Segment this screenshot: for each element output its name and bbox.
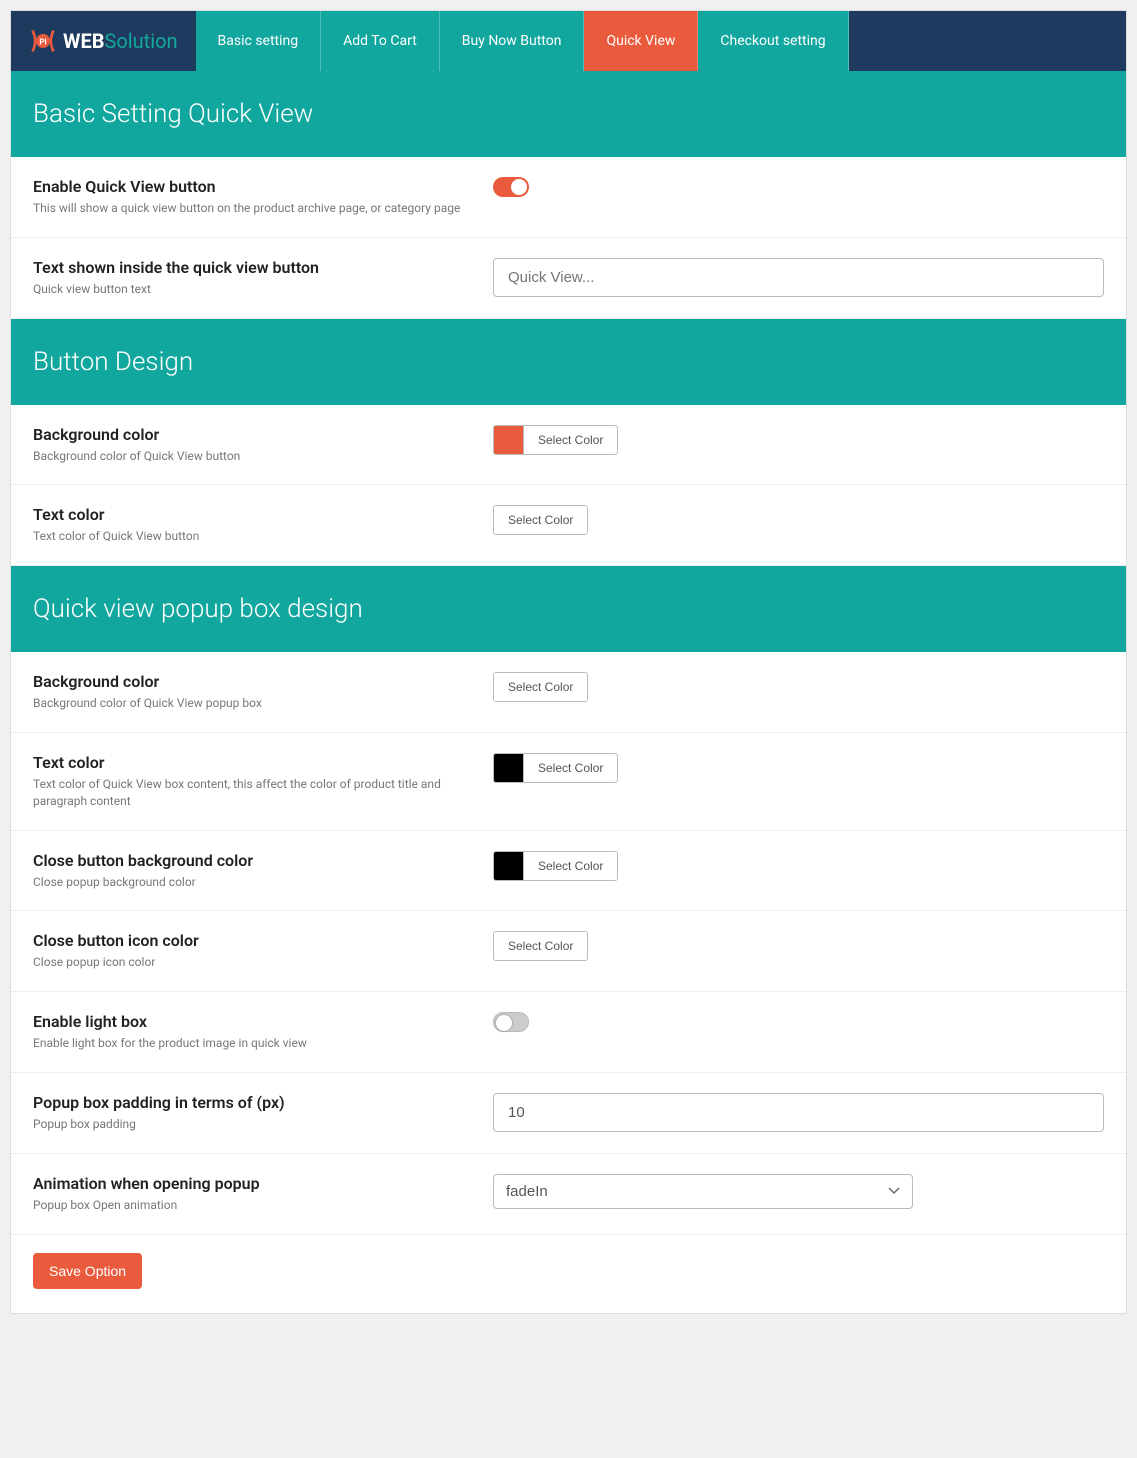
row-button-text: Text shown inside the quick view button … xyxy=(11,238,1126,319)
enable-toggle[interactable] xyxy=(493,177,529,197)
close-icon-desc: Close popup icon color xyxy=(33,954,493,971)
btn-text-label: Text color xyxy=(33,505,493,524)
row-enable-quickview: Enable Quick View button This will show … xyxy=(11,157,1126,238)
close-bg-label: Close button background color xyxy=(33,851,493,870)
btn-bg-label: Background color xyxy=(33,425,493,444)
close-icon-select-button[interactable]: Select Color xyxy=(494,932,587,960)
tab-buy-now-button[interactable]: Buy Now Button xyxy=(440,11,585,71)
anim-select[interactable]: fadeIn xyxy=(493,1174,913,1209)
close-bg-swatch xyxy=(494,852,524,880)
enable-desc: This will show a quick view button on th… xyxy=(33,200,493,217)
brand-icon: PI xyxy=(29,27,57,55)
popup-text-color-picker[interactable]: Select Color xyxy=(493,753,618,783)
button-text-input[interactable] xyxy=(493,258,1104,297)
settings-panel: PI WEBSolution Basic setting Add To Cart… xyxy=(10,10,1127,1314)
popup-bg-label: Background color xyxy=(33,672,493,691)
close-icon-color-picker[interactable]: Select Color xyxy=(493,931,588,961)
popup-text-select-button[interactable]: Select Color xyxy=(524,754,617,782)
section-button-title: Button Design xyxy=(11,319,1126,405)
row-enable-lightbox: Enable light box Enable light box for th… xyxy=(11,992,1126,1073)
padding-label: Popup box padding in terms of (px) xyxy=(33,1093,493,1112)
anim-label: Animation when opening popup xyxy=(33,1174,493,1193)
btn-text-color-picker[interactable]: Select Color xyxy=(493,505,588,535)
enable-label: Enable Quick View button xyxy=(33,177,493,196)
lightbox-toggle[interactable] xyxy=(493,1012,529,1032)
tab-checkout-setting[interactable]: Checkout setting xyxy=(698,11,848,71)
row-popup-bg-color: Background color Background color of Qui… xyxy=(11,652,1126,733)
popup-text-swatch xyxy=(494,754,524,782)
btn-text-desc: Text color of Quick View button xyxy=(33,528,493,545)
tab-add-to-cart[interactable]: Add To Cart xyxy=(321,11,440,71)
save-button[interactable]: Save Option xyxy=(33,1253,142,1289)
row-popup-padding: Popup box padding in terms of (px) Popup… xyxy=(11,1073,1126,1154)
save-row: Save Option xyxy=(11,1235,1126,1313)
nav-tabs: Basic setting Add To Cart Buy Now Button… xyxy=(196,11,849,71)
tab-basic-setting[interactable]: Basic setting xyxy=(196,11,322,71)
brand-text: WEBSolution xyxy=(63,29,178,53)
row-popup-animation: Animation when opening popup Popup box O… xyxy=(11,1154,1126,1235)
popup-bg-color-picker[interactable]: Select Color xyxy=(493,672,588,702)
close-bg-desc: Close popup background color xyxy=(33,874,493,891)
section-popup-title: Quick view popup box design xyxy=(11,566,1126,652)
padding-input[interactable] xyxy=(493,1093,1104,1132)
btn-bg-desc: Background color of Quick View button xyxy=(33,448,493,465)
anim-desc: Popup box Open animation xyxy=(33,1197,493,1214)
popup-text-label: Text color xyxy=(33,753,493,772)
popup-bg-desc: Background color of Quick View popup box xyxy=(33,695,493,712)
popup-bg-select-button[interactable]: Select Color xyxy=(494,673,587,701)
btn-bg-color-picker[interactable]: Select Color xyxy=(493,425,618,455)
section-basic-title: Basic Setting Quick View xyxy=(11,71,1126,157)
close-icon-label: Close button icon color xyxy=(33,931,493,950)
btn-bg-swatch xyxy=(494,426,524,454)
brand-logo: PI WEBSolution xyxy=(11,11,196,71)
close-bg-select-button[interactable]: Select Color xyxy=(524,852,617,880)
lightbox-desc: Enable light box for the product image i… xyxy=(33,1035,493,1052)
row-close-icon-color: Close button icon color Close popup icon… xyxy=(11,911,1126,992)
btn-bg-select-button[interactable]: Select Color xyxy=(524,426,617,454)
padding-desc: Popup box padding xyxy=(33,1116,493,1133)
button-text-label: Text shown inside the quick view button xyxy=(33,258,493,277)
row-close-bg-color: Close button background color Close popu… xyxy=(11,831,1126,912)
close-bg-color-picker[interactable]: Select Color xyxy=(493,851,618,881)
lightbox-label: Enable light box xyxy=(33,1012,493,1031)
topbar: PI WEBSolution Basic setting Add To Cart… xyxy=(11,11,1126,71)
button-text-desc: Quick view button text xyxy=(33,281,493,298)
svg-text:PI: PI xyxy=(39,38,46,47)
row-btn-bg-color: Background color Background color of Qui… xyxy=(11,405,1126,486)
btn-text-select-button[interactable]: Select Color xyxy=(494,506,587,534)
row-btn-text-color: Text color Text color of Quick View butt… xyxy=(11,485,1126,566)
tab-quick-view[interactable]: Quick View xyxy=(584,11,698,71)
popup-text-desc: Text color of Quick View box content, th… xyxy=(33,776,493,810)
row-popup-text-color: Text color Text color of Quick View box … xyxy=(11,733,1126,831)
